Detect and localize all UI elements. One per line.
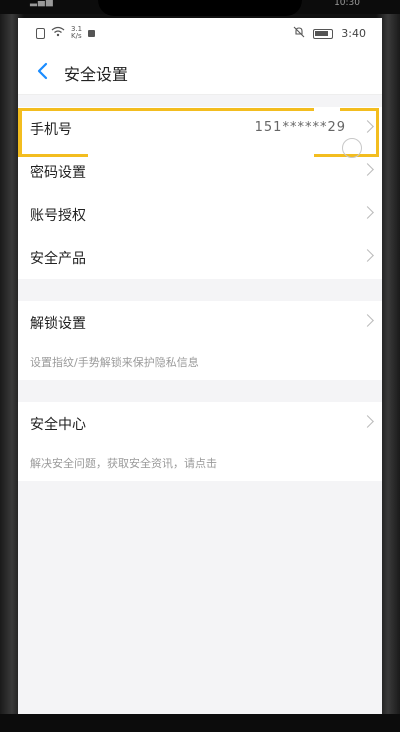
section-gap xyxy=(18,380,382,402)
account-authorization-label: 账号授权 xyxy=(30,208,86,224)
unlock-settings-label: 解锁设置 xyxy=(30,316,86,332)
security-center-hint: 解决安全问题，获取安全资讯，请点击 xyxy=(18,445,382,481)
battery-icon xyxy=(313,28,334,39)
net-speed: 3.1 K/s xyxy=(71,26,82,40)
title-bar: 安全设置 xyxy=(18,50,382,95)
password-settings-label: 密码设置 xyxy=(30,165,86,181)
account-authorization-row[interactable]: 账号授权 xyxy=(18,193,382,236)
outer-signal-icon: ▂▄▆ xyxy=(30,0,54,7)
chevron-right-icon xyxy=(361,314,374,327)
mute-bell-icon xyxy=(293,26,305,41)
app-notification-icon xyxy=(88,29,96,37)
bottom-bezel xyxy=(0,714,400,732)
phone-number-label: 手机号 xyxy=(30,122,72,138)
wifi-icon xyxy=(51,26,65,40)
security-products-row[interactable]: 安全产品 xyxy=(18,236,382,279)
highlight-gap-top xyxy=(314,107,340,111)
chevron-right-icon xyxy=(361,163,374,176)
security-products-label: 安全产品 xyxy=(30,251,86,267)
net-speed-unit: K/s xyxy=(71,32,82,40)
highlight-gap-bottom xyxy=(88,154,314,158)
security-center-hint-text: 解决安全问题，获取安全资讯，请点击 xyxy=(30,457,217,470)
page-title: 安全设置 xyxy=(64,65,129,84)
unlock-hint: 设置指纹/手势解锁来保护隐私信息 xyxy=(18,344,382,380)
phone-screen: 3.1 K/s 96 3:40 安全设置 手机号 151******29 密码设… xyxy=(18,18,382,714)
phone-number-row[interactable]: 手机号 151******29 xyxy=(18,107,382,150)
section-gap xyxy=(18,95,382,107)
chevron-right-icon xyxy=(361,249,374,262)
status-right: 96 3:40 xyxy=(293,26,366,41)
account-security-group: 手机号 151******29 密码设置 账号授权 安全产品 xyxy=(18,107,382,279)
unlock-hint-text: 设置指纹/手势解锁来保护隐私信息 xyxy=(30,356,199,369)
chevron-right-icon xyxy=(361,206,374,219)
camera-notch xyxy=(98,0,302,16)
status-left: 3.1 K/s xyxy=(36,26,96,40)
back-arrow-icon[interactable] xyxy=(32,60,54,82)
section-gap xyxy=(18,279,382,301)
status-bar: 3.1 K/s 96 3:40 xyxy=(18,18,382,50)
phone-number-value: 151******29 xyxy=(254,120,346,135)
outer-time: 10:30 xyxy=(334,0,360,8)
chevron-right-icon xyxy=(361,120,374,133)
chevron-right-icon xyxy=(361,415,374,428)
unlock-group: 解锁设置 设置指纹/手势解锁来保护隐私信息 xyxy=(18,301,382,380)
security-center-label: 安全中心 xyxy=(30,417,86,433)
status-time: 3:40 xyxy=(341,27,366,40)
unlock-settings-row[interactable]: 解锁设置 xyxy=(18,301,382,344)
security-center-group: 安全中心 解决安全问题，获取安全资讯，请点击 xyxy=(18,402,382,481)
sim-icon xyxy=(36,27,45,39)
security-center-row[interactable]: 安全中心 xyxy=(18,402,382,445)
